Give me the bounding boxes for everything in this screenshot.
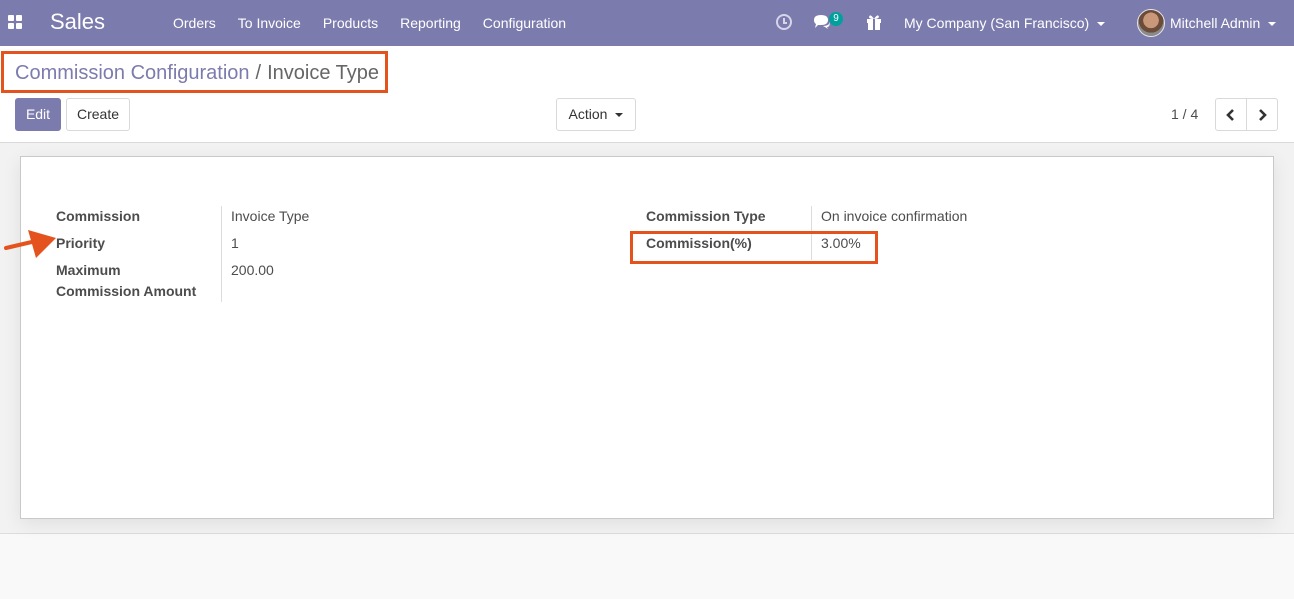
priority-label: Priority bbox=[56, 235, 106, 251]
left-group-divider bbox=[221, 206, 222, 302]
menu-item-products[interactable]: Products bbox=[312, 0, 389, 46]
apps-menu-icon[interactable] bbox=[8, 15, 22, 29]
menu-item-reporting[interactable]: Reporting bbox=[389, 0, 472, 46]
commission-value: Invoice Type bbox=[231, 208, 310, 224]
commission-label: Commission bbox=[56, 208, 141, 224]
pager-previous-button[interactable] bbox=[1215, 98, 1247, 131]
top-navbar: Sales Orders To Invoice Products Reporti… bbox=[0, 0, 1294, 46]
main-menu: Orders To Invoice Products Reporting Con… bbox=[162, 0, 577, 46]
pager-next-button[interactable] bbox=[1246, 98, 1278, 131]
maximum-commission-amount-label-line2: Commission Amount bbox=[56, 283, 197, 299]
maximum-commission-amount-value: 200.00 bbox=[231, 262, 274, 278]
user-name: Mitchell Admin bbox=[1170, 15, 1261, 31]
chevron-down-icon bbox=[615, 113, 624, 118]
annotation-arrow-icon bbox=[4, 230, 56, 258]
gift-icon[interactable] bbox=[866, 13, 882, 31]
action-label: Action bbox=[568, 106, 608, 122]
user-menu[interactable]: Mitchell Admin bbox=[1170, 0, 1277, 46]
control-panel: Commission Configuration / Invoice Type Ed… bbox=[0, 46, 1294, 143]
chat-counter-badge: 9 bbox=[829, 12, 843, 26]
commission-percent-highlight-box bbox=[630, 231, 878, 264]
pager-value[interactable]: 1 / 4 bbox=[1171, 98, 1198, 131]
action-dropdown[interactable]: Action bbox=[556, 98, 636, 131]
chevron-down-icon bbox=[1268, 22, 1277, 27]
menu-item-configuration[interactable]: Configuration bbox=[472, 0, 577, 46]
company-switcher[interactable]: My Company (San Francisco) bbox=[904, 0, 1106, 46]
commission-type-label: Commission Type bbox=[646, 208, 766, 224]
clock-icon[interactable] bbox=[776, 14, 792, 30]
breadcrumb-highlight-box bbox=[1, 51, 388, 93]
avatar[interactable] bbox=[1137, 9, 1165, 37]
commission-type-value: On invoice confirmation bbox=[821, 208, 968, 224]
menu-item-orders[interactable]: Orders bbox=[162, 0, 227, 46]
chevron-left-icon bbox=[1226, 108, 1234, 121]
chevron-down-icon bbox=[1097, 22, 1106, 27]
create-button[interactable]: Create bbox=[66, 98, 130, 131]
menu-item-to-invoice[interactable]: To Invoice bbox=[227, 0, 312, 46]
priority-value: 1 bbox=[231, 235, 239, 251]
edit-button[interactable]: Edit bbox=[15, 98, 61, 131]
company-name: My Company (San Francisco) bbox=[904, 15, 1090, 31]
app-name[interactable]: Sales bbox=[50, 9, 105, 35]
chevron-right-icon bbox=[1259, 108, 1267, 121]
maximum-commission-amount-label-line1: Maximum bbox=[56, 262, 121, 278]
